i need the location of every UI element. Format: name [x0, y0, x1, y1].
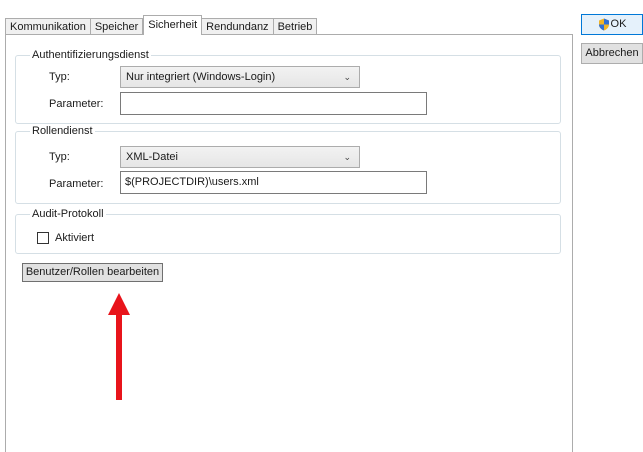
role-parameter-field[interactable]: $(PROJECTDIR)\users.xml — [120, 171, 427, 194]
audit-enabled-label: Aktiviert — [55, 232, 95, 244]
tab-strip: Kommunikation Speicher Sicherheit Rendun… — [5, 15, 318, 35]
ok-button[interactable]: OK — [581, 14, 643, 35]
cancel-button[interactable]: Abbrechen — [581, 43, 643, 64]
authentication-group-title: Authentifizierungsdienst — [30, 48, 151, 62]
tab-sicherheit[interactable]: Sicherheit — [143, 15, 203, 35]
audit-log-group-title: Audit-Protokoll — [30, 207, 106, 221]
role-service-group: Rollendienst Typ: XML-Datei ⌄ Parameter:… — [15, 124, 561, 204]
auth-type-select[interactable]: Nur integriert (Windows-Login) ⌄ — [120, 66, 360, 88]
ok-button-label: OK — [610, 18, 627, 30]
shield-icon — [598, 18, 609, 31]
auth-parameter-field[interactable] — [120, 92, 427, 115]
role-service-group-title: Rollendienst — [30, 124, 95, 138]
chevron-down-icon: ⌄ — [343, 72, 351, 82]
audit-log-group: Audit-Protokoll Aktiviert — [15, 207, 561, 254]
audit-enabled-checkbox[interactable] — [37, 232, 49, 244]
chevron-down-icon: ⌄ — [343, 152, 351, 162]
role-type-label: Typ: — [49, 151, 70, 163]
role-type-select[interactable]: XML-Datei ⌄ — [120, 146, 360, 168]
role-type-value: XML-Datei — [126, 151, 178, 163]
auth-type-value: Nur integriert (Windows-Login) — [126, 71, 276, 83]
tab-speicher[interactable]: Speicher — [90, 18, 144, 35]
red-annotation-arrow — [108, 293, 130, 400]
settings-dialog: Kommunikation Speicher Sicherheit Rendun… — [0, 0, 643, 452]
tab-kommunikation[interactable]: Kommunikation — [5, 18, 91, 35]
auth-parameter-label: Parameter: — [49, 98, 104, 110]
tab-rendundanz[interactable]: Rendundanz — [202, 18, 274, 35]
auth-type-label: Typ: — [49, 71, 70, 83]
tab-betrieb[interactable]: Betrieb — [273, 18, 318, 35]
authentication-group: Authentifizierungsdienst Typ: Nur integr… — [15, 48, 561, 124]
role-parameter-label: Parameter: — [49, 178, 104, 190]
edit-users-roles-button[interactable]: Benutzer/Rollen bearbeiten — [22, 263, 163, 282]
